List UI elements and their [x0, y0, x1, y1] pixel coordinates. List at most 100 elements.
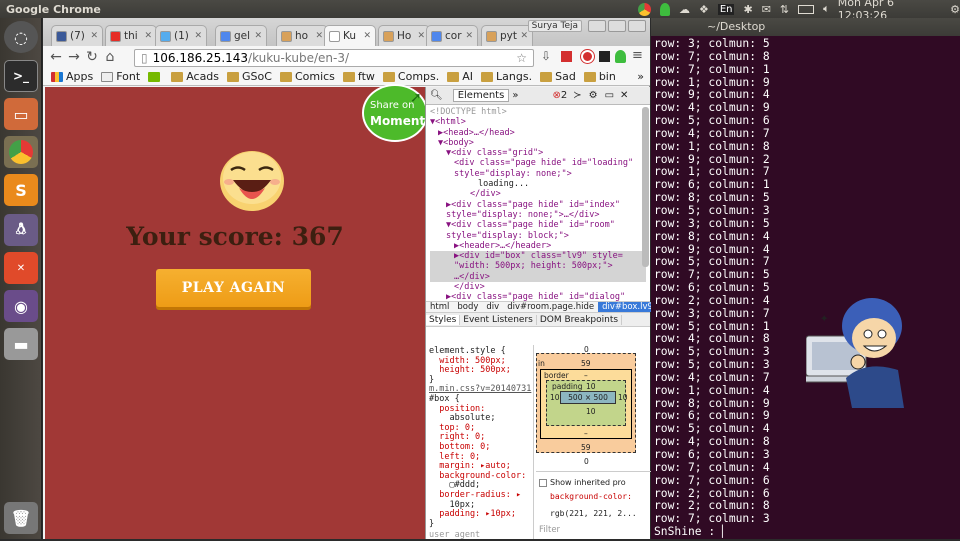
- home-icon[interactable]: ⌂: [101, 49, 119, 65]
- adblock-icon[interactable]: [581, 50, 594, 63]
- dom-node-line[interactable]: ▶<header>…</header>: [430, 241, 646, 251]
- style-rule-line[interactable]: }: [429, 519, 530, 530]
- battery-icon[interactable]: [798, 4, 815, 14]
- breadcrumb-item[interactable]: body: [453, 302, 482, 312]
- terminal-icon[interactable]: >_: [4, 60, 38, 92]
- download-icon[interactable]: ⇩: [541, 49, 551, 63]
- dom-node-line[interactable]: style="display: none;">: [430, 169, 646, 179]
- power-gear-icon[interactable]: ⚙: [950, 3, 960, 16]
- dom-node-line[interactable]: ▶<div id="box" class="lv9" style=: [430, 251, 646, 262]
- dom-node-line[interactable]: ▶<head>…</head>: [430, 128, 646, 138]
- sublime-text-icon[interactable]: S: [4, 174, 38, 206]
- inspect-search-icon[interactable]: 🔍︎: [430, 90, 443, 101]
- dash-home-icon[interactable]: ◌: [4, 21, 38, 53]
- styles-pane[interactable]: element.style { width: 500px; height: 50…: [426, 345, 534, 539]
- pane-tab[interactable]: DOM Breakpoints: [537, 314, 623, 325]
- dock-icon[interactable]: ▭: [605, 90, 614, 101]
- dom-node-line[interactable]: style="display: none;">…</div>: [430, 210, 646, 220]
- close-tab-icon[interactable]: ✕: [90, 31, 98, 41]
- menu-icon[interactable]: ≡: [632, 48, 643, 63]
- play-again-button[interactable]: PLAY AGAIN: [156, 269, 311, 307]
- pane-tab[interactable]: Event Listeners: [460, 314, 537, 325]
- terminal-output[interactable]: row: 3; colmun: 5 row: 7; colmun: 8 row: 7…: [651, 36, 960, 541]
- chrome-indicator-icon[interactable]: [637, 2, 651, 16]
- bookmark-4[interactable]: GSoC: [227, 70, 272, 83]
- dom-scrollbar[interactable]: [642, 107, 649, 267]
- bookmark-8[interactable]: AI: [447, 70, 473, 83]
- style-rule-line[interactable]: height: 500px;: [429, 366, 530, 376]
- dom-node-line[interactable]: ▶<div class="page hide" id="index": [430, 200, 646, 210]
- dom-node-line[interactable]: ▼<body>: [430, 138, 646, 148]
- drive-icon[interactable]: ▬: [4, 328, 38, 360]
- reload-icon[interactable]: ↻: [83, 49, 101, 65]
- bookmark-11[interactable]: bin: [583, 70, 616, 83]
- bookmark-2[interactable]: [148, 71, 163, 82]
- dom-node-line[interactable]: <div class="page hide" id="loading": [430, 158, 646, 168]
- pane-tab[interactable]: Styles: [426, 314, 461, 325]
- pidgin-icon[interactable]: 🐧︎: [4, 214, 38, 246]
- share-moments-button[interactable]: Share on Moments ➚: [362, 84, 432, 142]
- bookmark-5[interactable]: Comics: [279, 70, 335, 83]
- dom-tree[interactable]: <!DOCTYPE html> ▼<html> ▶<head>…</head> ▼<b…: [426, 105, 650, 301]
- files-icon[interactable]: ▭: [4, 98, 38, 130]
- keyboard-layout-indicator[interactable]: En: [717, 3, 735, 15]
- filter-input[interactable]: Filter: [539, 525, 560, 535]
- close-window-button[interactable]: [628, 20, 646, 32]
- breadcrumb-item[interactable]: div: [482, 302, 503, 312]
- dom-node-line[interactable]: ▼<html>: [430, 117, 646, 127]
- tab-elements[interactable]: Elements: [452, 89, 510, 102]
- tab-2[interactable]: (1) ✕: [155, 25, 207, 46]
- trash-icon[interactable]: 🗑︎: [4, 502, 38, 534]
- webcam-icon[interactable]: ◉: [4, 290, 38, 322]
- chrome-launcher-icon[interactable]: [4, 136, 38, 168]
- evernote-extension-icon[interactable]: [615, 50, 626, 63]
- tab-0[interactable]: (7) ✕: [51, 25, 103, 46]
- show-inherited-checkbox[interactable]: [539, 479, 547, 487]
- close-tab-icon[interactable]: ✕: [315, 31, 323, 41]
- extension-red-icon[interactable]: [561, 51, 572, 62]
- dropbox-icon[interactable]: ❖: [699, 3, 709, 16]
- breadcrumb-item[interactable]: html: [426, 302, 453, 312]
- forward-icon[interactable]: →: [65, 49, 83, 65]
- dom-node-line[interactable]: ▼<div class="page hide" id="room": [430, 220, 646, 230]
- dom-node-line[interactable]: loading...: [430, 179, 646, 189]
- bookmark-10[interactable]: Sad: [540, 70, 576, 83]
- breadcrumb-item[interactable]: div#room.page.hide: [503, 302, 598, 312]
- bookmark-7[interactable]: Comps.: [382, 70, 439, 83]
- error-icon[interactable]: ⊗: [552, 90, 560, 101]
- close-tab-icon[interactable]: ✕: [194, 31, 202, 41]
- close-tab-icon[interactable]: ✕: [465, 31, 473, 41]
- bookmark-1[interactable]: Font: [101, 70, 140, 83]
- network-icon[interactable]: ⇅: [780, 3, 789, 16]
- bookmark-0[interactable]: Apps: [51, 70, 93, 83]
- close-tab-icon[interactable]: ✕: [520, 31, 528, 41]
- more-tabs-icon[interactable]: »: [512, 90, 518, 101]
- close-tab-icon[interactable]: ✕: [417, 31, 425, 41]
- bookmark-star-icon[interactable]: ☆: [516, 51, 527, 65]
- tab-7[interactable]: cor ✕: [426, 25, 478, 46]
- dom-node-line[interactable]: ▼<div class="grid">: [430, 148, 646, 158]
- dom-node-line[interactable]: <!DOCTYPE html>: [430, 107, 646, 117]
- tab-6[interactable]: Ho ✕: [378, 25, 430, 46]
- bookmark-9[interactable]: Langs.: [481, 70, 532, 83]
- maximize-button[interactable]: [608, 20, 626, 32]
- dom-node-line[interactable]: "width: 500px; height: 500px;">: [430, 261, 646, 272]
- console-drawer-icon[interactable]: ≻: [573, 90, 581, 101]
- back-icon[interactable]: ←: [47, 49, 65, 65]
- address-bar[interactable]: ▯ 106.186.25.143/kuku-kube/en-3/ ☆: [134, 49, 534, 67]
- close-tab-icon[interactable]: ✕: [363, 31, 371, 41]
- dom-node-line[interactable]: style="display: block;">: [430, 231, 646, 241]
- bluetooth-icon[interactable]: ✱: [743, 3, 752, 16]
- dom-node-line[interactable]: </div>: [430, 189, 646, 199]
- breadcrumb-item[interactable]: div#box.lv9: [598, 302, 657, 312]
- style-rule-line[interactable]: padding: ▸10px;: [429, 509, 530, 520]
- extension-dark-icon[interactable]: [599, 51, 610, 62]
- bookmark-3[interactable]: Acads: [171, 70, 219, 83]
- close-tab-icon[interactable]: ✕: [144, 31, 152, 41]
- dom-node-line[interactable]: </div>: [430, 282, 646, 292]
- dom-node-line[interactable]: ▶<div class="page hide" id="dialog": [430, 292, 646, 301]
- tools-icon[interactable]: ✕: [4, 252, 38, 284]
- tab-8[interactable]: pyt ✕: [481, 25, 533, 46]
- tab-5[interactable]: Ku ✕: [324, 25, 376, 46]
- terminal-prompt[interactable]: SnShine : ▏: [654, 525, 957, 539]
